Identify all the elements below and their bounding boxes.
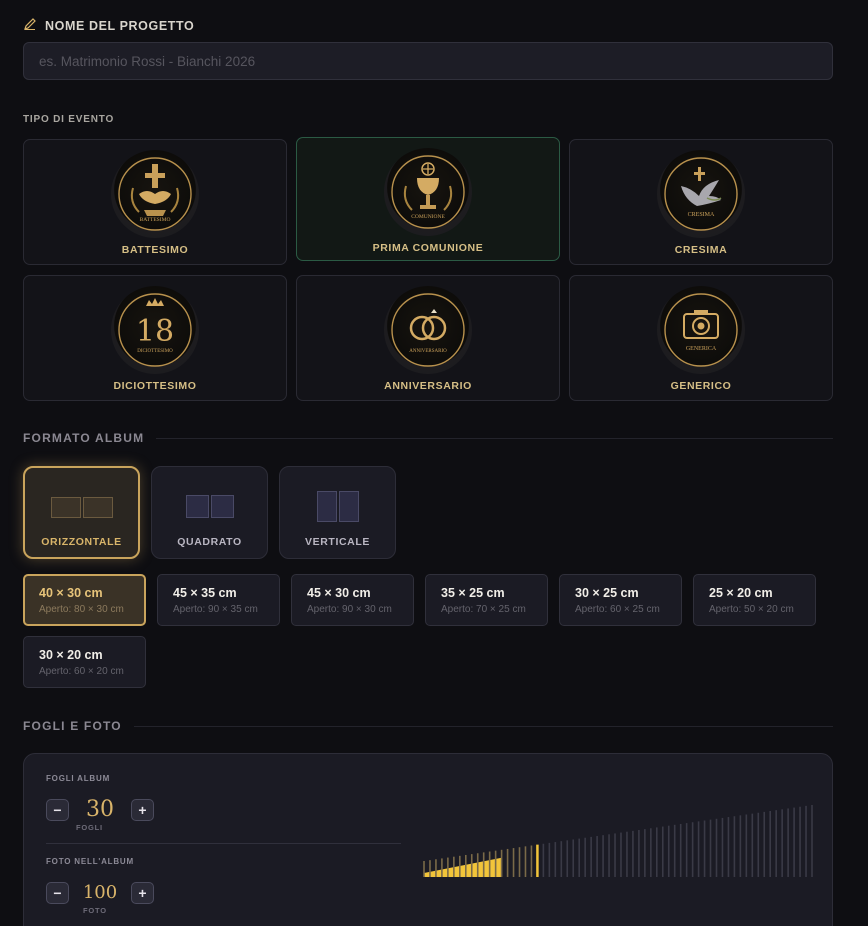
landscape-spread-icon [50,482,113,532]
size-open: Aperto: 70 × 25 cm [441,604,526,615]
event-card-diciottesimo[interactable]: 18 DICIOTTESIMO DICIOTTESIMO [23,275,287,401]
photos-decrement-button[interactable]: − [46,882,69,904]
size-option[interactable]: 30 × 25 cm Aperto: 60 × 25 cm [559,574,682,626]
divider [46,843,401,844]
square-spread-icon [185,481,234,531]
event-name-diciottesimo: DICIOTTESIMO [113,380,197,392]
size-value: 30 × 20 cm [39,648,103,662]
medal-text: BATTESIMO [140,217,171,223]
size-option[interactable]: 40 × 30 cm Aperto: 80 × 30 cm [23,574,146,626]
sheets-stepper: − 30 + [46,799,154,821]
event-name-battesimo: BATTESIMO [121,244,189,256]
size-option[interactable]: 45 × 35 cm Aperto: 90 × 35 cm [157,574,280,626]
rings-icon: ANNIVERSARIO [384,286,472,374]
camera-icon: GENERICA [657,286,745,374]
orientation-quadrato[interactable]: QUADRATO [151,466,268,559]
size-open: Aperto: 50 × 20 cm [709,604,794,615]
medal-text: GENERICA [686,346,717,352]
divider [133,725,833,727]
orientation-selector: ORIZZONTALE QUADRATO VERTICALE [23,466,396,559]
dove-cross-icon: CRESIMA [657,150,745,238]
size-option[interactable]: 35 × 25 cm Aperto: 70 × 25 cm [425,574,548,626]
project-name-input[interactable] [23,42,833,80]
size-value: 35 × 25 cm [441,586,505,600]
size-open: Aperto: 80 × 30 cm [39,604,124,615]
event-name-anniversario: ANNIVERSARIO [384,380,472,392]
photos-unit: FOTO [83,906,107,915]
project-name-title: NOME DEL PROGETTO [45,18,195,33]
photos-value: 100 [82,882,118,903]
crown-18-icon: 18 DICIOTTESIMO [111,286,199,374]
album-format-label: FORMATO ALBUM [23,431,145,445]
photos-increment-button[interactable]: + [131,882,154,904]
divider [156,437,833,439]
orientation-orizzontale[interactable]: ORIZZONTALE [23,466,140,559]
size-value: 25 × 20 cm [709,586,773,600]
pencil-icon [23,17,37,34]
project-name-label: NOME DEL PROGETTO [23,17,194,34]
medal-text: DICIOTTESIMO [137,349,173,354]
medal-big-number: 18 [136,314,174,349]
sheets-photos-panel: FOGLI ALBUM − 30 + FOGLI FOTO NELL'ALBUM… [23,753,833,926]
size-value: 45 × 35 cm [173,586,237,600]
event-card-cresima[interactable]: CRESIMA CRESIMA [569,139,833,265]
event-name-prima-comunione: PRIMA COMUNIONE [372,242,484,254]
medal-text: CRESIMA [688,212,715,218]
event-name-cresima: CRESIMA [674,244,728,256]
sheets-decrement-button[interactable]: − [46,799,69,821]
size-option[interactable]: 25 × 20 cm Aperto: 50 × 20 cm [693,574,816,626]
sheets-unit: FOGLI [76,823,103,832]
orientation-verticale[interactable]: VERTICALE [279,466,396,559]
sheets-slider[interactable] [422,754,816,879]
event-type-grid: BATTESIMO BATTESIMO COMUNIONE PRIMA COMU… [23,137,833,401]
event-card-prima-comunione[interactable]: COMUNIONE PRIMA COMUNIONE [296,137,560,261]
sheets-value: 30 [86,797,114,822]
size-value: 30 × 25 cm [575,586,639,600]
portrait-spread-icon [316,481,359,531]
size-open: Aperto: 90 × 30 cm [307,604,392,615]
dove-cross-icon: BATTESIMO [111,150,199,238]
sheets-photos-header: FOGLI E FOTO [23,719,833,733]
size-selector: 40 × 30 cm Aperto: 80 × 30 cm 45 × 35 cm… [23,574,833,688]
size-open: Aperto: 60 × 25 cm [575,604,660,615]
event-card-battesimo[interactable]: BATTESIMO BATTESIMO [23,139,287,265]
sheets-increment-button[interactable]: + [131,799,154,821]
event-type-label: TIPO DI EVENTO [23,114,115,125]
photos-label: FOTO NELL'ALBUM [46,857,134,866]
size-value: 45 × 30 cm [307,586,371,600]
album-format-header: FORMATO ALBUM [23,431,833,445]
size-open: Aperto: 90 × 35 cm [173,604,258,615]
medal-text: ANNIVERSARIO [409,349,447,354]
size-option[interactable]: 45 × 30 cm Aperto: 90 × 30 cm [291,574,414,626]
medal-text: COMUNIONE [411,214,445,220]
event-card-generico[interactable]: GENERICA GENERICO [569,275,833,401]
sheets-photos-label: FOGLI E FOTO [23,719,122,733]
size-open: Aperto: 60 × 20 cm [39,666,124,677]
size-option[interactable]: 30 × 20 cm Aperto: 60 × 20 cm [23,636,146,688]
orientation-name: ORIZZONTALE [41,536,122,548]
event-name-generico: GENERICO [670,380,732,392]
size-value: 40 × 30 cm [39,586,103,600]
orientation-name: VERTICALE [305,536,370,548]
orientation-name: QUADRATO [177,536,242,548]
sheets-label: FOGLI ALBUM [46,774,111,783]
chalice-icon: COMUNIONE [384,148,472,236]
event-card-anniversario[interactable]: ANNIVERSARIO ANNIVERSARIO [296,275,560,401]
photos-stepper: − 100 + [46,882,154,904]
